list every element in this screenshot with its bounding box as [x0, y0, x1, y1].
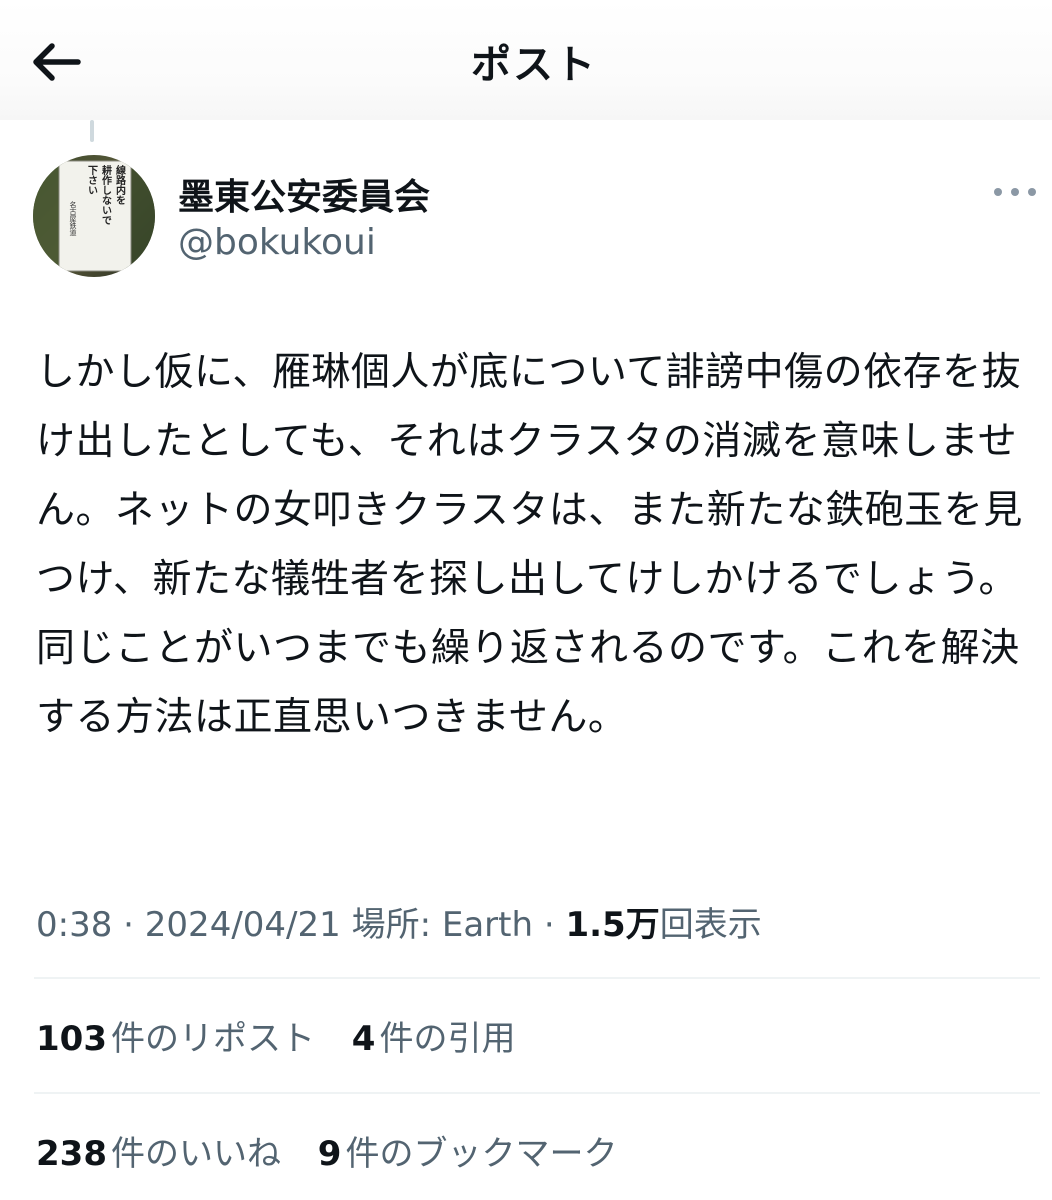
post-location: 場所: Earth — [351, 905, 534, 945]
likes-stat[interactable]: 238 件のいいね — [36, 1126, 281, 1175]
author-display-name[interactable]: 墨東公安委員会 — [178, 168, 430, 220]
likes-count: 238 — [36, 1134, 107, 1174]
avatar[interactable]: 線路内を 耕作しないで 下さい 名古屋鉄道 — [33, 155, 155, 277]
thread-connector-line — [90, 120, 94, 142]
avatar-sign-line-4: 名古屋鉄道 — [69, 200, 77, 237]
bookmarks-count: 9 — [317, 1134, 342, 1174]
page-title: ポスト — [471, 42, 597, 88]
post-meta: 0:38 · 2024/04/21 場所: Earth · 1.5万回表示 — [36, 897, 762, 946]
divider — [34, 977, 1040, 979]
top-bar: ポスト — [0, 0, 1052, 120]
more-options-button[interactable] — [990, 176, 1040, 208]
bookmarks-label: 件のブックマーク — [345, 1134, 618, 1174]
views-label: 回表示 — [659, 905, 762, 945]
post-date[interactable]: 2024/04/21 — [145, 905, 341, 945]
quotes-count: 4 — [351, 1019, 376, 1059]
reposts-stat[interactable]: 103 件のリポスト — [36, 1011, 315, 1060]
bookmarks-stat[interactable]: 9 件のブックマーク — [318, 1126, 618, 1175]
avatar-sign-line-2: 耕作しないで — [100, 164, 112, 226]
avatar-sign-line-1: 線路内を — [114, 164, 126, 205]
reposts-label: 件のリポスト — [110, 1019, 315, 1059]
post-time[interactable]: 0:38 — [36, 905, 112, 945]
reposts-count: 103 — [36, 1019, 107, 1059]
likes-label: 件のいいね — [110, 1134, 281, 1174]
stats-row-reposts: 103 件のリポスト 4 件の引用 — [36, 1011, 541, 1060]
more-dots-icon — [994, 188, 1036, 196]
views-count: 1.5万 — [565, 905, 660, 945]
quotes-stat[interactable]: 4 件の引用 — [352, 1011, 516, 1060]
meta-separator-2: · — [543, 905, 555, 945]
post-text: しかし仮に、雁琳個人が底について誹謗中傷の依存を抜け出したとしても、それはクラス… — [36, 350, 1023, 740]
avatar-sign-line-3: 下さい — [86, 165, 98, 195]
stats-row-likes: 238 件のいいね 9 件のブックマーク — [36, 1126, 643, 1175]
meta-separator: · — [123, 905, 134, 945]
divider — [34, 1092, 1040, 1094]
author-handle[interactable]: @bokukoui — [178, 222, 376, 263]
avatar-image: 線路内を 耕作しないで 下さい 名古屋鉄道 — [33, 155, 155, 277]
quotes-label: 件の引用 — [379, 1019, 516, 1059]
